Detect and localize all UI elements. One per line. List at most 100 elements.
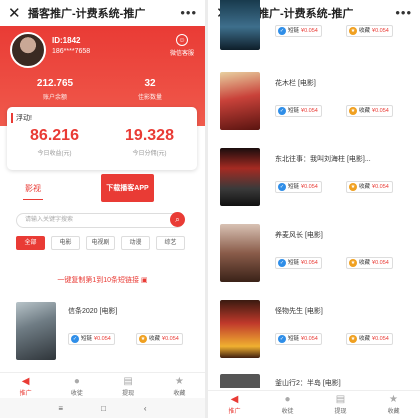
short-link-label: 短链 <box>288 336 300 342</box>
collect-label: 收藏 <box>359 260 371 266</box>
back-icon[interactable]: ‹ <box>144 404 147 413</box>
count-label: 佳影数量 <box>137 95 162 101</box>
collect-button[interactable]: ★ 收藏 ¥0.054 <box>136 333 183 345</box>
poster-image <box>220 374 260 388</box>
category-all[interactable]: 全部 <box>16 236 45 250</box>
short-link-price: ¥0.054 <box>301 108 318 114</box>
collect-price: ¥0.054 <box>372 108 389 114</box>
copy-links-label: 一键复制第1到10条短链接 <box>57 277 140 284</box>
today-extract: 19.328 今日分佣(元) <box>102 127 197 157</box>
link-icon: ✓ <box>278 335 286 343</box>
home-icon[interactable]: □ <box>101 404 106 413</box>
nav-promote-label: 推广 <box>228 409 241 415</box>
bottom-nav: ◀ 推广 ● 收徒 ▤ 提现 ★ 收藏 <box>0 372 205 398</box>
today-extract-label: 今日分佣(元) <box>132 151 167 157</box>
poster-image <box>220 300 260 358</box>
collect-button[interactable]: ★ 收藏 ¥0.054 <box>346 25 393 37</box>
link-icon: ✓ <box>71 335 79 343</box>
nav-promote[interactable]: ◀ 推广 <box>208 391 261 418</box>
nav-apprentice[interactable]: ● 收徒 <box>51 373 102 398</box>
service-label: 微信客服 <box>169 51 194 57</box>
megaphone-icon: ◀ <box>21 376 30 387</box>
star-icon: ★ <box>349 335 357 343</box>
short-link-price: ¥0.054 <box>301 184 318 190</box>
nav-promote-label: 推广 <box>19 391 32 397</box>
nav-apprentice-label: 收徒 <box>281 409 294 415</box>
star-icon: ★ <box>349 259 357 267</box>
user-id: ID:1842 <box>52 36 81 45</box>
user-phone: 186****7658 <box>52 48 91 55</box>
system-nav-bar: ≡ □ ‹ <box>0 398 205 418</box>
tab-movie[interactable]: 影视 <box>23 183 43 200</box>
copy-links-button[interactable]: 一键复制第1到10条短链接 ▣ <box>0 275 205 285</box>
short-link-button[interactable]: ✓ 短链 ¥0.054 <box>68 333 115 345</box>
collect-label: 收藏 <box>359 184 371 190</box>
list-item[interactable]: 花木栏 [电影] ✓ 短链 ¥0.054 ★ 收藏 ¥0.054 <box>220 72 415 132</box>
nav-collect[interactable]: ★ 收藏 <box>367 391 420 418</box>
nav-apprentice[interactable]: ● 收徒 <box>261 391 314 418</box>
short-link-label: 短链 <box>81 336 93 342</box>
menu-icon[interactable]: ≡ <box>58 404 63 413</box>
list-item[interactable]: 养麦风长 [电影] ✓ 短链 ¥0.054 ★ 收藏 ¥0.054 <box>220 224 415 284</box>
collect-label: 收藏 <box>149 336 161 342</box>
balance-stat: 212.765 账户余额 <box>10 78 100 101</box>
collect-button[interactable]: ★ 收藏 ¥0.054 <box>346 105 393 117</box>
nav-collect-label: 收藏 <box>173 391 186 397</box>
movie-title: 信条2020 [电影] <box>68 308 118 315</box>
search-input[interactable]: 请输入关键字搜索 <box>16 213 184 228</box>
wallet-icon: ▤ <box>335 394 346 405</box>
user-icon: ● <box>73 376 80 387</box>
today-income-value: 86.216 <box>30 127 79 144</box>
short-link-button[interactable]: ✓ 短链 ¥0.054 <box>275 181 322 193</box>
nav-collect[interactable]: ★ 收藏 <box>154 373 205 398</box>
more-icon[interactable]: ••• <box>180 5 197 20</box>
category-variety[interactable]: 综艺 <box>156 236 185 250</box>
nav-collect-label: 收藏 <box>387 409 400 415</box>
collect-price: ¥0.054 <box>372 28 389 34</box>
avatar <box>10 32 46 68</box>
short-link-button[interactable]: ✓ 短链 ¥0.054 <box>275 333 322 345</box>
category-filters: 全部 电影 电视剧 动漫 综艺 <box>16 236 185 250</box>
short-link-button[interactable]: ✓ 短链 ¥0.054 <box>275 25 322 37</box>
user-icon: ● <box>284 394 291 405</box>
collect-button[interactable]: ★ 收藏 ¥0.054 <box>346 333 393 345</box>
poster-image <box>16 302 56 360</box>
nav-apprentice-label: 收徒 <box>70 391 83 397</box>
tab-bar: 影视 下载播客APP <box>0 174 205 204</box>
nav-withdraw[interactable]: ▤ 提现 <box>314 391 367 418</box>
poster-image <box>220 224 260 282</box>
notice-text: 浮动! <box>11 113 32 123</box>
movie-title: 怪物先生 [电影] <box>275 308 323 315</box>
list-item[interactable]: 东北往事：我叫刘海柱 [电影]... ✓ 短链 ¥0.054 ★ 收藏 ¥0.054 <box>220 148 415 208</box>
star-icon: ★ <box>174 376 184 387</box>
link-icon: ✓ <box>278 183 286 191</box>
service-icon: ☺ <box>176 34 188 46</box>
list-item[interactable]: ✓ 短链 ¥0.054 ★ 收藏 ¥0.054 <box>220 0 415 52</box>
today-extract-value: 19.328 <box>125 127 174 144</box>
category-anime[interactable]: 动漫 <box>121 236 150 250</box>
short-link-label: 短链 <box>288 184 300 190</box>
category-tv[interactable]: 电视剧 <box>86 236 115 250</box>
title-bar: ✕ 播客推广-计费系统-推广 ••• <box>0 0 205 26</box>
category-movie[interactable]: 电影 <box>51 236 80 250</box>
poster-image <box>220 0 260 50</box>
list-item[interactable]: 怪物先生 [电影] ✓ 短链 ¥0.054 ★ 收藏 ¥0.054 <box>220 300 415 360</box>
nav-promote[interactable]: ◀ 推广 <box>0 373 51 398</box>
close-icon[interactable]: ✕ <box>8 4 22 22</box>
collect-button[interactable]: ★ 收藏 ¥0.054 <box>346 257 393 269</box>
nav-withdraw-label: 提现 <box>122 391 135 397</box>
download-app-button[interactable]: 下载播客APP <box>101 174 154 202</box>
movie-title: 花木栏 [电影] <box>275 80 316 87</box>
short-link-price: ¥0.054 <box>301 336 318 342</box>
left-screen: ✕ 播客推广-计费系统-推广 ••• ID:1842 186****7658 ☺… <box>0 0 205 418</box>
collect-price: ¥0.054 <box>162 336 179 342</box>
wechat-service-button[interactable]: ☺ 微信客服 <box>167 34 197 57</box>
collect-button[interactable]: ★ 收藏 ¥0.054 <box>346 181 393 193</box>
nav-withdraw[interactable]: ▤ 提现 <box>103 373 154 398</box>
copy-icon: ▣ <box>141 277 148 284</box>
short-link-button[interactable]: ✓ 短链 ¥0.054 <box>275 257 322 269</box>
list-item[interactable]: 釜山行2：半岛 [电影] <box>220 374 415 388</box>
list-item[interactable]: 信条2020 [电影] ✓ 短链 ¥0.054 ★ 收藏 ¥0.054 <box>16 302 196 362</box>
short-link-button[interactable]: ✓ 短链 ¥0.054 <box>275 105 322 117</box>
star-icon: ★ <box>349 27 357 35</box>
